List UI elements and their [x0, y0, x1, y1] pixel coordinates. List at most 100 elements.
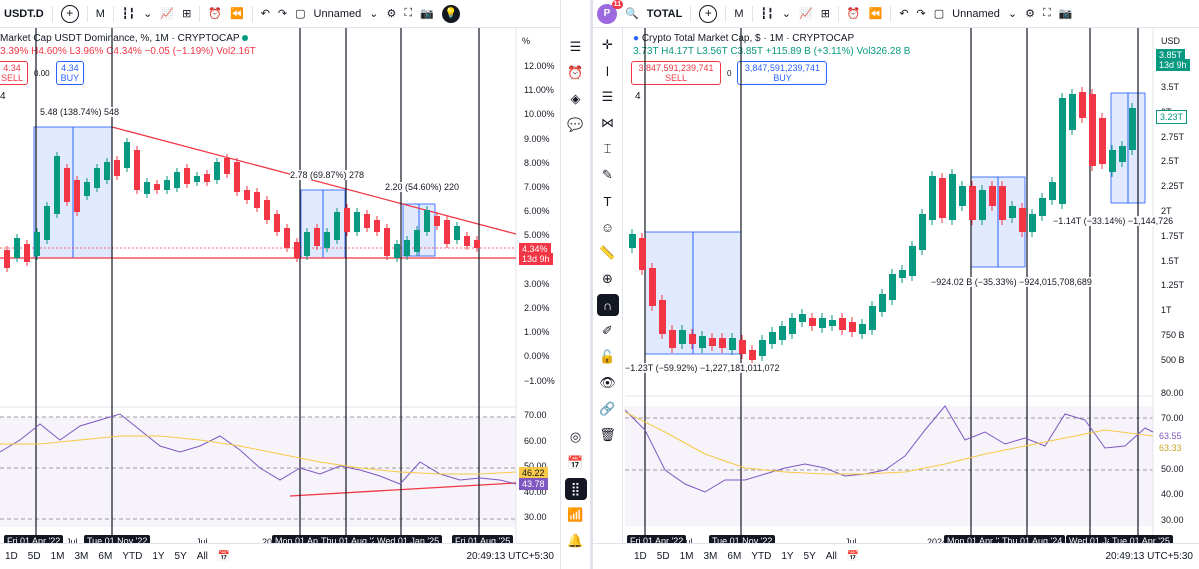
range-5y-button[interactable]: 5Y: [170, 551, 192, 562]
candle: [649, 268, 656, 306]
left-chart-pane[interactable]: USDT.D + M ┇╏ ⌄ 📈 ⊞ ⏰ ⏪ ↶ ↷ ▢ Unnamed ⌄ …: [0, 0, 560, 569]
candle: [24, 244, 30, 262]
cursor-icon: ǀ: [605, 63, 610, 79]
candle: [1089, 94, 1096, 166]
stay-drawing-tool[interactable]: ✐: [597, 320, 619, 342]
range-3m-button[interactable]: 3M: [699, 551, 723, 562]
candle: [959, 186, 966, 206]
axis-tick-label: 2T: [1161, 206, 1172, 216]
pattern-tool[interactable]: ⋈: [597, 112, 619, 134]
trend-line-tool[interactable]: ☰: [597, 86, 619, 108]
brush-tool[interactable]: ✎: [597, 164, 619, 186]
range-5d-button[interactable]: 5D: [23, 551, 46, 562]
axis-tick-label: 10.00%: [524, 109, 555, 120]
candle: [1019, 208, 1026, 232]
range-1d-button[interactable]: 1D: [629, 551, 652, 562]
candle: [464, 236, 470, 246]
fib-icon: ⌶: [603, 141, 612, 156]
notifications-button[interactable]: 🔔: [565, 530, 587, 552]
fib-tool[interactable]: ⌶: [597, 138, 619, 160]
zoom-tool[interactable]: ⊕: [597, 268, 619, 290]
chat-icon: 💬: [567, 117, 584, 132]
measure-label[interactable]: 5.48 (138.74%) 548: [40, 107, 120, 117]
range-5d-button[interactable]: 5D: [652, 551, 675, 562]
text-tool[interactable]: T: [597, 190, 619, 212]
axis-tick-label: 6.00%: [524, 206, 550, 217]
right-chart-canvas[interactable]: [593, 0, 1199, 569]
clock[interactable]: 20:49:13 UTC+5:30: [466, 551, 554, 562]
axis-tick-label: 0.00%: [524, 351, 550, 362]
candle: [739, 340, 746, 354]
range-all-button[interactable]: All: [821, 551, 842, 562]
candle: [1029, 214, 1036, 232]
candle: [969, 186, 976, 220]
magnet-icon: ∩: [602, 297, 613, 313]
date-range-button[interactable]: 📅: [842, 551, 864, 562]
measure-label[interactable]: 2.20 (54.60%) 220: [385, 182, 460, 192]
candle: [879, 294, 886, 312]
more-apps-button[interactable]: ⣿: [564, 478, 587, 500]
broadcast-icon: 📶: [567, 507, 584, 522]
left-chart-canvas[interactable]: [0, 0, 560, 569]
candle: [1119, 146, 1126, 162]
measure-label[interactable]: −1.14T (−33.14%) −1,144,726: [1053, 216, 1174, 226]
watchlist-button[interactable]: ☰: [565, 36, 587, 58]
magnet-tool[interactable]: ∩: [596, 294, 619, 316]
measure-label[interactable]: −924.02 B (−35.33%) −924,015,708,689: [931, 277, 1092, 287]
candle: [434, 216, 440, 226]
candle: [909, 246, 916, 276]
date-range-button[interactable]: 📅: [213, 551, 235, 562]
right-bottom-bar: 1D 5D 1M 3M 6M YTD 1Y 5Y All 📅 20:49:13 …: [593, 543, 1199, 569]
alerts-button[interactable]: ⏰: [565, 62, 587, 84]
candle: [154, 184, 160, 190]
range-1m-button[interactable]: 1M: [46, 551, 70, 562]
candle: [1099, 118, 1106, 164]
axis-tick-label: 30.00: [524, 512, 547, 522]
countdown-tag: 13d 9h: [519, 253, 553, 265]
hide-drawings-tool[interactable]: 👁: [597, 372, 619, 394]
candle: [1079, 92, 1086, 118]
clock[interactable]: 20:49:13 UTC+5:30: [1105, 551, 1193, 562]
price-tag-line: 3.23T: [1156, 110, 1188, 124]
bell-icon: 🔔: [567, 533, 584, 548]
right-side-toolbar: ☰ ⏰ ◈ 💬 ◎ 📅 ⣿ 📶 🔔: [560, 0, 590, 569]
calendar-icon: 📅: [846, 551, 860, 562]
candle: [34, 232, 40, 256]
range-ytd-button[interactable]: YTD: [746, 551, 776, 562]
range-ytd-button[interactable]: YTD: [117, 551, 147, 562]
range-all-button[interactable]: All: [192, 551, 213, 562]
cursor-tool[interactable]: ǀ: [597, 60, 619, 82]
range-1y-button[interactable]: 1Y: [147, 551, 169, 562]
range-1y-button[interactable]: 1Y: [776, 551, 798, 562]
stream-button[interactable]: 📶: [565, 504, 587, 526]
signal-button[interactable]: ◎: [565, 426, 587, 448]
range-6m-button[interactable]: 6M: [93, 551, 117, 562]
pattern-icon: ⋈: [601, 115, 614, 130]
calendar-button[interactable]: 📅: [565, 452, 587, 474]
crosshair-tool[interactable]: ✛: [597, 34, 619, 56]
range-5y-button[interactable]: 5Y: [799, 551, 821, 562]
range-1m-button[interactable]: 1M: [675, 551, 699, 562]
emoji-tool[interactable]: ☺: [597, 216, 619, 238]
lock-drawings-tool[interactable]: 🔓: [597, 346, 619, 368]
candle: [859, 324, 866, 334]
candle: [809, 318, 816, 326]
range-6m-button[interactable]: 6M: [722, 551, 746, 562]
range-1d-button[interactable]: 1D: [0, 551, 23, 562]
axis-tick-label: 9.00%: [524, 133, 550, 144]
range-3m-button[interactable]: 3M: [70, 551, 94, 562]
link-tool[interactable]: 🔗: [597, 398, 619, 420]
calendar-icon: 📅: [567, 455, 584, 470]
candle: [779, 326, 786, 340]
candle: [869, 306, 876, 330]
axis-tick-label: 11.00%: [524, 85, 554, 96]
remove-drawings-tool[interactable]: 🗑: [597, 424, 619, 446]
measure-label[interactable]: −1.23T (−59.92%) −1,227,181,011,072: [625, 363, 780, 373]
measure-tool[interactable]: 📏: [597, 242, 619, 264]
chat-button[interactable]: 💬: [565, 114, 587, 136]
right-chart-pane[interactable]: P 11 🔍 TOTAL + M ┇╏ ⌄ 📈 ⊞ ⏰ ⏪ ↶ ↷ ▢ Unnam…: [593, 0, 1199, 569]
rsi-tag: 63.55: [1156, 430, 1185, 442]
candle: [669, 330, 676, 348]
object-tree-button[interactable]: ◈: [565, 88, 587, 110]
measure-label[interactable]: 2.78 (69.87%) 278: [290, 170, 365, 180]
